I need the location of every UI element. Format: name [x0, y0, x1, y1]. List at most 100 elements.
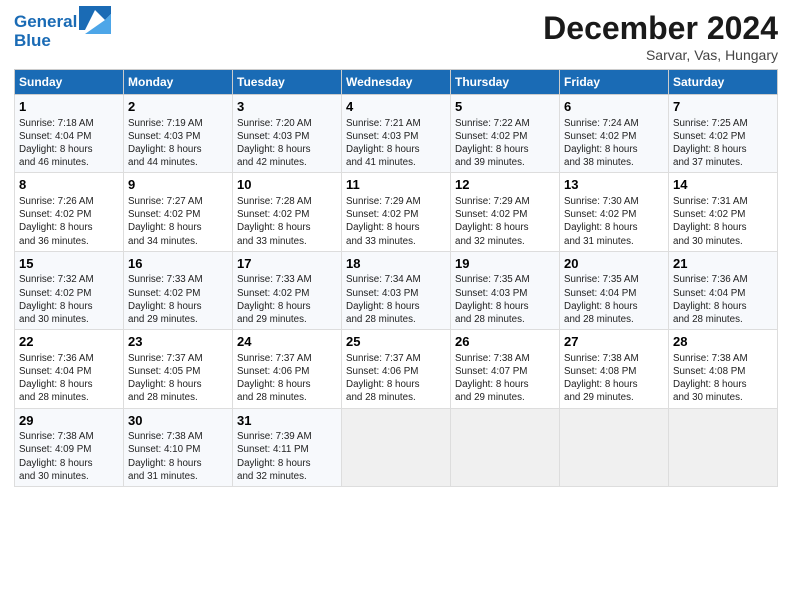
calendar-cell: 26Sunrise: 7:38 AM Sunset: 4:07 PM Dayli…	[451, 330, 560, 408]
calendar-cell: 1Sunrise: 7:18 AM Sunset: 4:04 PM Daylig…	[15, 95, 124, 173]
col-header-monday: Monday	[124, 70, 233, 95]
calendar-week-1: 1Sunrise: 7:18 AM Sunset: 4:04 PM Daylig…	[15, 95, 778, 173]
calendar-cell: 29Sunrise: 7:38 AM Sunset: 4:09 PM Dayli…	[15, 408, 124, 486]
calendar-cell: 12Sunrise: 7:29 AM Sunset: 4:02 PM Dayli…	[451, 173, 560, 251]
day-number: 5	[455, 98, 555, 116]
day-info: Sunrise: 7:39 AM Sunset: 4:11 PM Dayligh…	[237, 430, 337, 483]
col-header-wednesday: Wednesday	[342, 70, 451, 95]
day-number: 16	[128, 255, 228, 273]
day-number: 21	[673, 255, 773, 273]
day-info: Sunrise: 7:34 AM Sunset: 4:03 PM Dayligh…	[346, 273, 446, 326]
title-block: December 2024 Sarvar, Vas, Hungary	[543, 10, 778, 63]
calendar-cell: 19Sunrise: 7:35 AM Sunset: 4:03 PM Dayli…	[451, 251, 560, 329]
calendar-body: 1Sunrise: 7:18 AM Sunset: 4:04 PM Daylig…	[15, 95, 778, 487]
page-container: General Blue December 2024 Sarvar, Vas, …	[0, 0, 792, 497]
calendar-cell: 18Sunrise: 7:34 AM Sunset: 4:03 PM Dayli…	[342, 251, 451, 329]
day-info: Sunrise: 7:38 AM Sunset: 4:08 PM Dayligh…	[564, 352, 664, 405]
day-info: Sunrise: 7:35 AM Sunset: 4:03 PM Dayligh…	[455, 273, 555, 326]
calendar-week-3: 15Sunrise: 7:32 AM Sunset: 4:02 PM Dayli…	[15, 251, 778, 329]
logo-line2: Blue	[14, 32, 111, 49]
month-title: December 2024	[543, 10, 778, 47]
day-info: Sunrise: 7:29 AM Sunset: 4:02 PM Dayligh…	[455, 195, 555, 248]
day-info: Sunrise: 7:21 AM Sunset: 4:03 PM Dayligh…	[346, 117, 446, 170]
col-header-friday: Friday	[560, 70, 669, 95]
day-number: 12	[455, 176, 555, 194]
day-number: 31	[237, 412, 337, 430]
calendar-cell: 27Sunrise: 7:38 AM Sunset: 4:08 PM Dayli…	[560, 330, 669, 408]
day-number: 14	[673, 176, 773, 194]
day-info: Sunrise: 7:38 AM Sunset: 4:08 PM Dayligh…	[673, 352, 773, 405]
day-number: 10	[237, 176, 337, 194]
day-info: Sunrise: 7:33 AM Sunset: 4:02 PM Dayligh…	[237, 273, 337, 326]
calendar-cell: 25Sunrise: 7:37 AM Sunset: 4:06 PM Dayli…	[342, 330, 451, 408]
logo-icon	[79, 6, 111, 34]
calendar-cell: 8Sunrise: 7:26 AM Sunset: 4:02 PM Daylig…	[15, 173, 124, 251]
calendar-cell: 24Sunrise: 7:37 AM Sunset: 4:06 PM Dayli…	[233, 330, 342, 408]
day-number: 29	[19, 412, 119, 430]
day-number: 20	[564, 255, 664, 273]
day-number: 25	[346, 333, 446, 351]
day-info: Sunrise: 7:26 AM Sunset: 4:02 PM Dayligh…	[19, 195, 119, 248]
day-info: Sunrise: 7:27 AM Sunset: 4:02 PM Dayligh…	[128, 195, 228, 248]
calendar-cell: 20Sunrise: 7:35 AM Sunset: 4:04 PM Dayli…	[560, 251, 669, 329]
day-info: Sunrise: 7:38 AM Sunset: 4:09 PM Dayligh…	[19, 430, 119, 483]
calendar-cell: 23Sunrise: 7:37 AM Sunset: 4:05 PM Dayli…	[124, 330, 233, 408]
day-info: Sunrise: 7:37 AM Sunset: 4:05 PM Dayligh…	[128, 352, 228, 405]
calendar-week-5: 29Sunrise: 7:38 AM Sunset: 4:09 PM Dayli…	[15, 408, 778, 486]
day-info: Sunrise: 7:37 AM Sunset: 4:06 PM Dayligh…	[237, 352, 337, 405]
calendar-cell: 22Sunrise: 7:36 AM Sunset: 4:04 PM Dayli…	[15, 330, 124, 408]
calendar-cell: 13Sunrise: 7:30 AM Sunset: 4:02 PM Dayli…	[560, 173, 669, 251]
calendar-cell: 3Sunrise: 7:20 AM Sunset: 4:03 PM Daylig…	[233, 95, 342, 173]
day-info: Sunrise: 7:38 AM Sunset: 4:10 PM Dayligh…	[128, 430, 228, 483]
day-number: 19	[455, 255, 555, 273]
col-header-thursday: Thursday	[451, 70, 560, 95]
calendar-week-2: 8Sunrise: 7:26 AM Sunset: 4:02 PM Daylig…	[15, 173, 778, 251]
day-number: 23	[128, 333, 228, 351]
calendar-cell: 10Sunrise: 7:28 AM Sunset: 4:02 PM Dayli…	[233, 173, 342, 251]
col-header-tuesday: Tuesday	[233, 70, 342, 95]
day-info: Sunrise: 7:36 AM Sunset: 4:04 PM Dayligh…	[19, 352, 119, 405]
day-info: Sunrise: 7:37 AM Sunset: 4:06 PM Dayligh…	[346, 352, 446, 405]
calendar-cell: 5Sunrise: 7:22 AM Sunset: 4:02 PM Daylig…	[451, 95, 560, 173]
day-number: 30	[128, 412, 228, 430]
day-info: Sunrise: 7:35 AM Sunset: 4:04 PM Dayligh…	[564, 273, 664, 326]
day-number: 18	[346, 255, 446, 273]
day-number: 27	[564, 333, 664, 351]
day-info: Sunrise: 7:30 AM Sunset: 4:02 PM Dayligh…	[564, 195, 664, 248]
calendar-cell: 17Sunrise: 7:33 AM Sunset: 4:02 PM Dayli…	[233, 251, 342, 329]
calendar-cell: 2Sunrise: 7:19 AM Sunset: 4:03 PM Daylig…	[124, 95, 233, 173]
day-number: 15	[19, 255, 119, 273]
day-info: Sunrise: 7:32 AM Sunset: 4:02 PM Dayligh…	[19, 273, 119, 326]
calendar-cell: 28Sunrise: 7:38 AM Sunset: 4:08 PM Dayli…	[669, 330, 778, 408]
calendar-cell	[451, 408, 560, 486]
calendar-header-row: SundayMondayTuesdayWednesdayThursdayFrid…	[15, 70, 778, 95]
day-info: Sunrise: 7:29 AM Sunset: 4:02 PM Dayligh…	[346, 195, 446, 248]
day-number: 6	[564, 98, 664, 116]
calendar-cell: 6Sunrise: 7:24 AM Sunset: 4:02 PM Daylig…	[560, 95, 669, 173]
calendar-cell: 15Sunrise: 7:32 AM Sunset: 4:02 PM Dayli…	[15, 251, 124, 329]
day-number: 3	[237, 98, 337, 116]
day-number: 8	[19, 176, 119, 194]
day-info: Sunrise: 7:19 AM Sunset: 4:03 PM Dayligh…	[128, 117, 228, 170]
day-number: 17	[237, 255, 337, 273]
day-number: 9	[128, 176, 228, 194]
calendar-cell: 4Sunrise: 7:21 AM Sunset: 4:03 PM Daylig…	[342, 95, 451, 173]
day-number: 1	[19, 98, 119, 116]
calendar-cell	[560, 408, 669, 486]
logo-text: General	[14, 13, 77, 32]
calendar-week-4: 22Sunrise: 7:36 AM Sunset: 4:04 PM Dayli…	[15, 330, 778, 408]
day-number: 7	[673, 98, 773, 116]
day-info: Sunrise: 7:31 AM Sunset: 4:02 PM Dayligh…	[673, 195, 773, 248]
day-info: Sunrise: 7:36 AM Sunset: 4:04 PM Dayligh…	[673, 273, 773, 326]
calendar-cell: 30Sunrise: 7:38 AM Sunset: 4:10 PM Dayli…	[124, 408, 233, 486]
calendar-cell: 31Sunrise: 7:39 AM Sunset: 4:11 PM Dayli…	[233, 408, 342, 486]
day-info: Sunrise: 7:38 AM Sunset: 4:07 PM Dayligh…	[455, 352, 555, 405]
logo: General Blue	[14, 10, 111, 49]
day-number: 22	[19, 333, 119, 351]
day-info: Sunrise: 7:25 AM Sunset: 4:02 PM Dayligh…	[673, 117, 773, 170]
day-info: Sunrise: 7:24 AM Sunset: 4:02 PM Dayligh…	[564, 117, 664, 170]
day-info: Sunrise: 7:33 AM Sunset: 4:02 PM Dayligh…	[128, 273, 228, 326]
day-info: Sunrise: 7:20 AM Sunset: 4:03 PM Dayligh…	[237, 117, 337, 170]
day-number: 2	[128, 98, 228, 116]
day-number: 13	[564, 176, 664, 194]
